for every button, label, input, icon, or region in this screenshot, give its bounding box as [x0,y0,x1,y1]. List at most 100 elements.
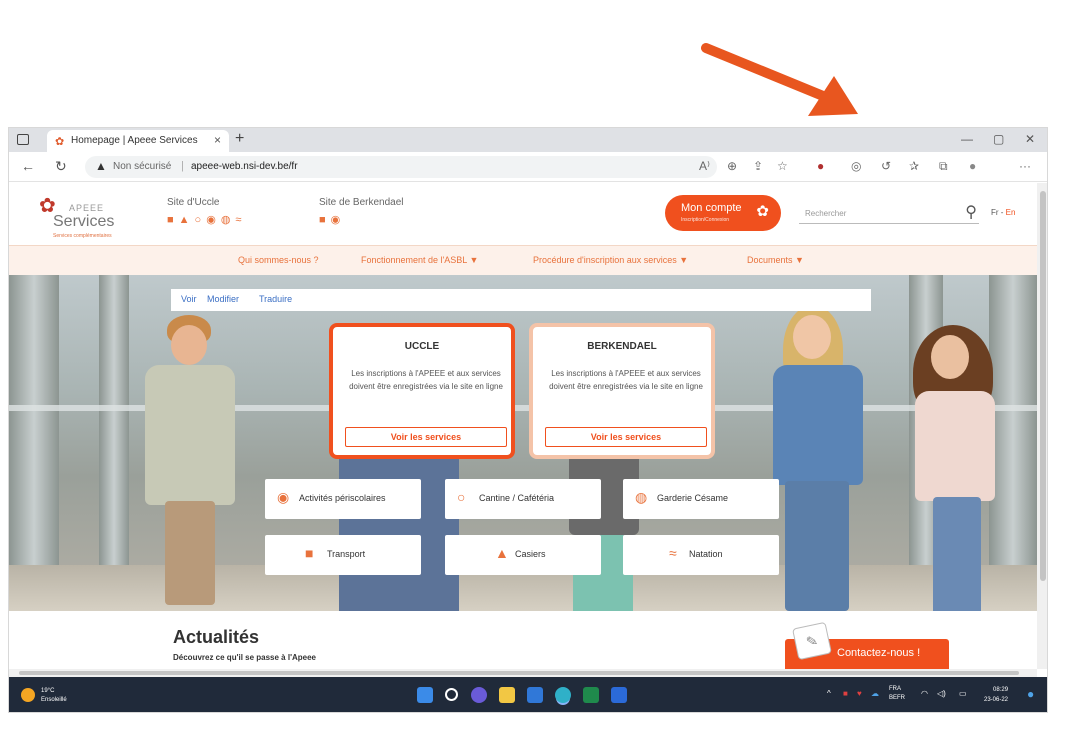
lang-alt[interactable]: En [1006,208,1016,217]
nav-item-documents[interactable]: Documents ▼ [747,255,804,265]
hand-icon[interactable]: ◍ [221,214,236,226]
battery-icon[interactable]: ▭ [959,689,967,698]
system-clock[interactable]: 08:29 23-06-22 [984,685,1008,705]
excel-icon[interactable] [583,687,599,703]
extension-red-icon[interactable]: ● [817,159,824,173]
service-transport[interactable]: ■ Transport [265,535,421,575]
language-switch[interactable]: Fr - En [991,208,1015,217]
volume-icon[interactable]: ◁) [937,689,946,698]
service-activites[interactable]: ◉ Activités périscolaires [265,479,421,519]
scroll-thumb[interactable] [19,671,1019,675]
bus-icon[interactable]: ■ [319,214,331,226]
account-sublabel: Inscription/Connexion [681,217,730,223]
news-title: Actualités [173,627,260,647]
input-language[interactable]: FRA BEFR [889,685,905,703]
weather-widget[interactable]: 19°C Ensoleillé [41,687,67,705]
back-icon[interactable]: ← [21,158,35,174]
refresh-extension-icon[interactable]: ↺ [881,159,891,173]
minimize-button[interactable]: — [961,132,973,146]
security-label[interactable]: Non sécurisé [113,161,171,172]
apple-icon[interactable]: ○ [195,214,207,226]
start-icon[interactable] [417,687,433,703]
site-header: ✿ APEEE Services Services complémentaire… [9,183,1037,245]
chevron-up-icon[interactable]: ^ [827,689,831,698]
logo-services-text[interactable]: Services [53,213,114,231]
tab-actions-icon[interactable] [17,134,29,145]
new-tab-button[interactable]: + [235,130,244,148]
zoom-icon[interactable]: ⊕ [727,159,737,173]
hallway-pillar [989,275,1037,611]
service-cantine[interactable]: ○ Cantine / Cafétéria [445,479,601,519]
news-section: Actualités Découvrez ce qu'il se passe à… [9,611,1037,669]
palette-icon[interactable]: ◉ [331,214,346,226]
favorite-star-icon[interactable]: ☆ [777,159,788,173]
lang-top: FRA [889,686,901,692]
service-natation[interactable]: ≈ Natation [623,535,779,575]
more-menu-icon[interactable]: ··· [1019,159,1031,173]
bus-icon: ■ [305,545,314,561]
lock-icon[interactable]: ▲ [179,214,195,226]
nav-item-about[interactable]: Qui sommes-nous ? [238,255,319,265]
edge-icon[interactable] [555,687,571,703]
tab-bar: ✿ Homepage | Apeee Services × + — ▢ ✕ [9,128,1047,152]
site-uccle-label[interactable]: Site d'Uccle [167,197,220,208]
favorites-icon[interactable]: ✰ [909,159,919,173]
outlook-icon[interactable] [527,687,543,703]
service-label: Transport [327,549,366,559]
contact-label: Contactez-nous ! [837,647,921,659]
search-icon[interactable] [445,688,458,701]
apple-icon: ○ [457,489,466,505]
account-button[interactable]: Mon compte Inscription/Connexion ✿ [665,195,781,231]
share-icon[interactable]: ⇪ [753,159,763,173]
nav-item-functioning[interactable]: Fonctionnement de l'ASBL ▼ [361,255,478,265]
news-subtitle: Découvrez ce qu'il se passe à l'Apeee [173,653,316,662]
address-bar[interactable]: ▲ Non sécurisé | apeee-web.nsi-dev.be/fr [85,156,717,178]
windows-taskbar: 19°C Ensoleillé ^ ■ ♥ ☁ FRA BEFR ◠ ◁) ▭ … [9,677,1047,712]
lang-current[interactable]: Fr - [991,208,1003,217]
collections-icon[interactable]: ⧉ [939,159,948,174]
contact-button[interactable]: ✎ Contactez-nous ! [785,621,949,669]
reload-icon[interactable]: ↻ [55,158,67,175]
palette-icon[interactable]: ◉ [206,214,221,226]
tray-cloud-icon[interactable]: ☁ [871,689,879,698]
notification-icon[interactable]: ● [1027,687,1034,701]
teams-icon[interactable] [471,687,487,703]
close-window-button[interactable]: ✕ [1025,132,1035,146]
card-text: Les inscriptions à l'APEEE et aux servic… [549,369,703,391]
browser-window: ✿ Homepage | Apeee Services × + — ▢ ✕ ← … [8,127,1048,713]
translate-link[interactable]: Traduire [259,294,292,304]
service-garderie[interactable]: ◍ Garderie Césame [623,479,779,519]
edit-link[interactable]: Modifier [207,294,239,304]
word-icon[interactable] [611,687,627,703]
horizontal-scrollbar[interactable] [9,669,1037,677]
tray-shield-icon[interactable]: ♥ [857,689,862,698]
swimmer-icon[interactable]: ≈ [235,214,246,226]
extension-circle-icon[interactable]: ◎ [851,159,861,173]
scroll-thumb[interactable] [1040,191,1046,581]
berkendael-services-button[interactable]: Voir les services [545,427,707,447]
sun-icon[interactable] [21,688,35,702]
search-icon[interactable]: ⚲ [965,202,977,222]
bus-icon[interactable]: ■ [167,214,179,226]
browser-tab[interactable]: ✿ Homepage | Apeee Services × [47,130,229,152]
clock-time: 08:29 [993,687,1009,693]
service-casiers[interactable]: ▲ Casiers [445,535,601,575]
url-text[interactable]: apeee-web.nsi-dev.be/fr [191,161,298,172]
tray-app-icon[interactable]: ■ [843,689,848,698]
hallway-pillar [9,275,59,611]
swimmer-icon: ≈ [669,545,677,561]
maximize-button[interactable]: ▢ [993,132,1004,146]
read-aloud-icon[interactable]: A⁾ [699,159,710,173]
file-explorer-icon[interactable] [499,687,515,703]
view-link[interactable]: Voir [181,294,197,304]
search-field[interactable]: Rechercher ⚲ [799,204,979,224]
nav-item-registration[interactable]: Procédure d'inscription aux services ▼ [533,255,688,265]
site-berkendael-label[interactable]: Site de Berkendael [319,197,404,208]
annotation-arrow [701,43,858,116]
uccle-services-button[interactable]: Voir les services [345,427,507,447]
vertical-scrollbar[interactable] [1037,183,1047,669]
chat-icon: ✎ [792,621,832,661]
close-tab-icon[interactable]: × [214,133,221,147]
wifi-icon[interactable]: ◠ [921,689,928,698]
profile-avatar-icon[interactable]: ● [969,159,976,173]
